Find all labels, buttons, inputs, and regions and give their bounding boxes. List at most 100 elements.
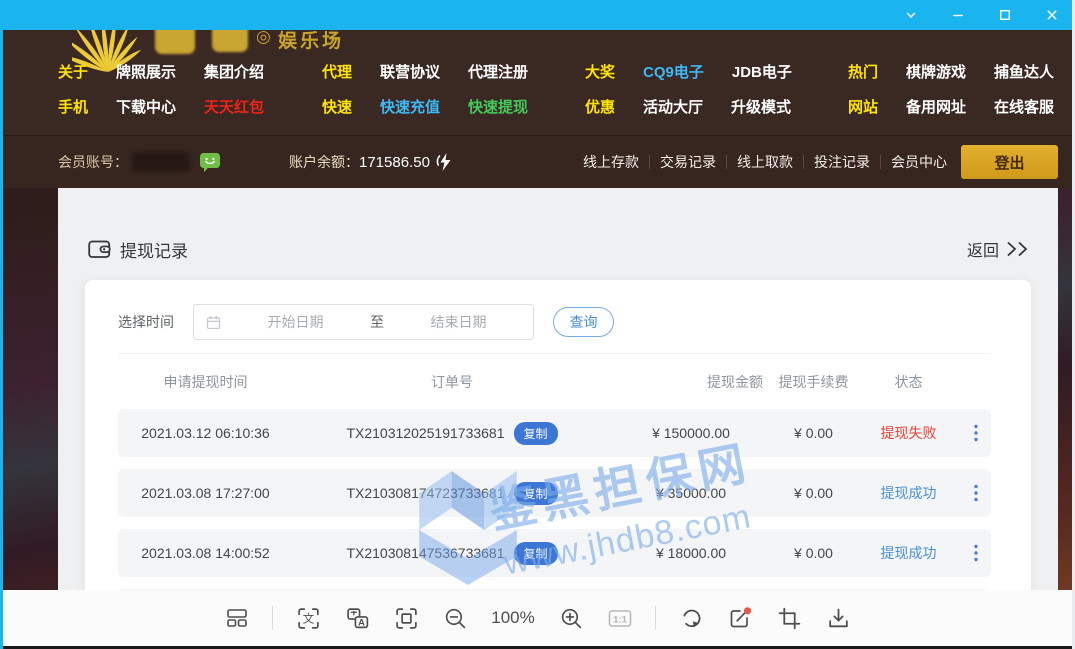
row-menu-button[interactable]	[961, 424, 991, 442]
zoom-out-icon[interactable]	[441, 604, 469, 632]
row-menu-button[interactable]	[961, 544, 991, 562]
account-bar: 会员账号： 账户余额： 171586.50 线上存款交易记录线上取款投注记录会员…	[0, 135, 1075, 188]
logo-text: 娱乐场	[278, 30, 344, 53]
nav-item[interactable]: 快速	[322, 96, 352, 117]
double-chevron-right-icon	[1006, 241, 1032, 257]
start-date-placeholder[interactable]: 开始日期	[221, 312, 370, 332]
date-range-input[interactable]: 开始日期 至 结束日期	[193, 304, 534, 340]
row-time: 2021.03.08 17:27:00	[118, 485, 293, 501]
ocr-capture-icon[interactable]: 文	[294, 604, 322, 632]
maximize-icon	[998, 8, 1012, 22]
edit-icon[interactable]	[726, 604, 754, 632]
account-link[interactable]: 线上取款	[737, 152, 793, 172]
nav-item[interactable]: 热门	[848, 61, 878, 82]
row-amount: ¥ 35000.00	[611, 485, 771, 501]
account-link[interactable]: 交易记录	[660, 152, 716, 172]
nav-item[interactable]: 手机	[58, 96, 88, 117]
row-fee: ¥ 0.00	[771, 425, 856, 441]
minimize-icon	[951, 8, 965, 22]
balance-label: 账户余额：	[289, 152, 359, 172]
kebab-menu-icon	[973, 484, 979, 502]
nav-item[interactable]: 在线客服	[994, 96, 1054, 117]
page-panel: 提现记录 返回 选择时间	[58, 188, 1058, 590]
translate-icon[interactable]: A	[343, 604, 371, 632]
logout-button[interactable]: 登出	[961, 145, 1058, 179]
divider	[803, 155, 804, 169]
nav-item[interactable]: CQ9电子	[643, 61, 704, 82]
nav-item[interactable]: 升级模式	[731, 96, 791, 117]
col-header-time: 申请提现时间	[118, 372, 293, 392]
nav-item[interactable]: 联营协议	[380, 61, 440, 82]
end-date-placeholder[interactable]: 结束日期	[384, 312, 533, 332]
logo-glyph-shape	[155, 30, 195, 54]
nav-item[interactable]: JDB电子	[732, 61, 792, 82]
nav-item[interactable]: 代理注册	[468, 61, 528, 82]
col-header-fee: 提现手续费	[771, 372, 856, 392]
username-label: 会员账号：	[58, 152, 128, 172]
content-area: 提现记录 返回 选择时间	[0, 188, 1075, 590]
download-icon[interactable]	[824, 604, 852, 632]
row-order: TX210308147536733681 复制	[293, 542, 611, 565]
crop-icon[interactable]	[775, 604, 803, 632]
chat-message-icon[interactable]	[199, 152, 221, 173]
copy-button[interactable]: 复制	[514, 482, 558, 505]
nav-item[interactable]: 下载中心	[116, 96, 176, 117]
query-button[interactable]: 查询	[553, 307, 614, 337]
nav-item[interactable]: 代理	[322, 61, 352, 82]
logo-glyph-shape	[212, 30, 248, 52]
col-header-amount: 提现金额	[611, 372, 771, 392]
zoom-in-icon[interactable]	[557, 604, 585, 632]
kebab-menu-icon	[973, 424, 979, 442]
refresh-balance-icon[interactable]	[436, 152, 453, 172]
table-row: 2021.03.12 06:10:36 TX210312025191733681…	[118, 409, 991, 457]
nav-item[interactable]: 棋牌游戏	[906, 61, 966, 82]
svg-text:A: A	[358, 617, 365, 627]
one-to-one-icon[interactable]: 1:1	[606, 604, 634, 632]
window-dropdown-button[interactable]	[896, 3, 926, 27]
nav-item[interactable]: 网站	[848, 96, 878, 117]
divider	[880, 155, 881, 169]
svg-text:文: 文	[302, 611, 314, 625]
page-title: 提现记录	[120, 237, 188, 262]
window-minimize-button[interactable]	[943, 3, 973, 27]
copy-button[interactable]: 复制	[514, 542, 558, 565]
close-icon	[1045, 8, 1059, 22]
nav-item[interactable]: 关于	[58, 61, 88, 82]
row-order: TX210308174723733681 复制	[293, 482, 611, 505]
nav-item[interactable]: 备用网址	[906, 96, 966, 117]
table-row: 2021.03.08 14:00:52 TX210308147536733681…	[118, 529, 991, 577]
rotate-icon[interactable]	[677, 604, 705, 632]
nav-item[interactable]: 快速充值	[380, 96, 440, 117]
nav-item[interactable]: 快速提现	[468, 96, 528, 117]
copy-button[interactable]: 复制	[514, 422, 558, 445]
app-window: ◎ 娱乐场 关于 牌照展示 集团介绍手机 下载中心 天天红包 代理 联营协议 代理注册快速 快速…	[0, 0, 1075, 649]
row-time: 2021.03.08 14:00:52	[118, 545, 293, 561]
account-link[interactable]: 会员中心	[891, 152, 947, 172]
nav-item[interactable]: 天天红包	[204, 96, 264, 117]
nav-item[interactable]: 捕鱼达人	[994, 61, 1054, 82]
fit-screen-icon[interactable]	[392, 604, 420, 632]
titlebar[interactable]	[0, 0, 1075, 30]
window-maximize-button[interactable]	[990, 3, 1020, 27]
records-card: 选择时间 开始日期 至 结束日期	[85, 280, 1031, 590]
row-order: TX210312025191733681 复制	[293, 422, 611, 445]
username-redacted	[132, 152, 190, 172]
back-button[interactable]: 返回	[967, 237, 1032, 261]
window-close-button[interactable]	[1037, 3, 1067, 27]
nav-item[interactable]: 牌照展示	[116, 61, 176, 82]
toolbar-divider	[272, 606, 273, 630]
layout-panels-icon[interactable]	[223, 604, 251, 632]
col-header-status: 状态	[856, 372, 961, 392]
nav-item[interactable]: 集团介绍	[204, 61, 264, 82]
row-status: 提现成功	[856, 543, 961, 563]
row-menu-button[interactable]	[961, 484, 991, 502]
account-link[interactable]: 投注记录	[814, 152, 870, 172]
logo-badge: ◎	[256, 30, 271, 47]
nav-item[interactable]: 优惠	[585, 96, 615, 117]
account-link[interactable]: 线上存款	[583, 152, 639, 172]
nav-item[interactable]: 大奖	[585, 61, 615, 82]
order-number: TX210308174723733681	[346, 485, 504, 501]
row-amount: ¥ 18000.00	[611, 545, 771, 561]
nav-item[interactable]: 活动大厅	[643, 96, 703, 117]
site-header: ◎ 娱乐场 关于 牌照展示 集团介绍手机 下载中心 天天红包 代理 联营协议 代理注册快速 快速…	[0, 30, 1075, 135]
